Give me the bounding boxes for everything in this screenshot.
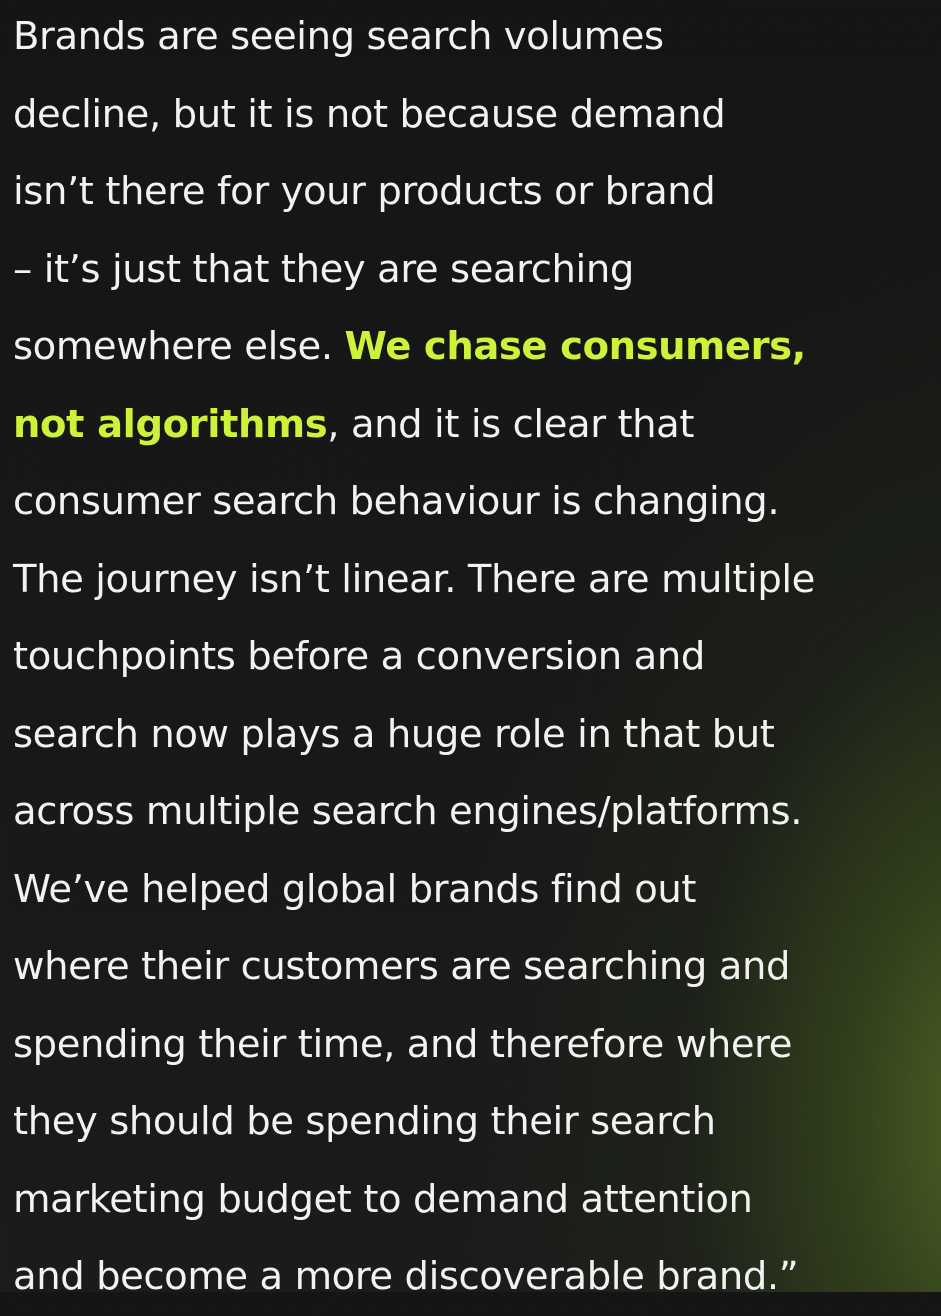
quote-line: search now plays a huge role in that but [13,711,775,757]
quote-line: they should be spending their search [13,1099,716,1144]
quote-line: across multiple search engines/platforms… [13,789,803,834]
testimonial-quote: Brands are seeing search volumes decline… [13,0,941,1316]
quote-line: somewhere else. We chase consumers, [13,308,941,386]
quote-line: – it’s just that they are searching [13,246,634,292]
quote-line: not algorithms, and it is clear that [13,386,941,464]
quote-line: isn’t there for your products or brand [13,169,716,214]
quote-highlight: We chase consumers, [344,324,807,369]
quote-highlight: not algorithms [13,401,328,447]
quote-line: We’ve helped global brands find out [13,866,697,912]
quote-line: The journey isn’t linear. There are mult… [13,556,815,602]
quote-line: where their customers are searching and [13,944,791,989]
quote-text: Brands are seeing search volumes decline… [13,0,941,1316]
quote-line: Brands are seeing search volumes [13,14,664,59]
quote-line: touchpoints before a conversion and [13,634,705,679]
quote-line: spending their time, and therefore where [13,1021,792,1067]
quote-line: and become a more discoverable brand.” [13,1254,799,1299]
quote-line: decline, but it is not because demand [13,91,726,137]
quote-line: consumer search behaviour is changing. [13,479,780,524]
quote-text-segment: , and it is clear that [327,401,695,447]
quote-line: marketing budget to demand attention [13,1176,753,1222]
quote-text-segment: somewhere else. [13,324,345,369]
